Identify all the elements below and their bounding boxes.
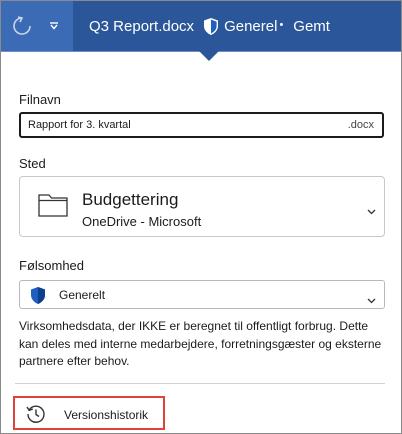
chevron-down-icon: [367, 202, 376, 220]
version-history-label: Versionshistorik: [64, 408, 149, 422]
history-icon: [25, 403, 47, 430]
shield-icon: [30, 286, 46, 310]
save-status: Gemt: [293, 17, 330, 35]
file-properties-panel: [1, 51, 401, 433]
dropdown-caret-icon[interactable]: [49, 22, 59, 30]
location-provider: OneDrive - Microsoft: [82, 214, 202, 229]
title-bar: Q3 Report.docx Generel • Gemt: [1, 1, 401, 51]
filename-label: Filnavn: [19, 92, 61, 107]
quick-access-toolbar: [1, 1, 73, 51]
filename-extension: .docx: [347, 119, 374, 131]
sensitivity-separator: •: [279, 19, 284, 31]
shield-icon: [203, 17, 219, 36]
document-title[interactable]: Q3 Report.docx Generel • Gemt: [89, 1, 330, 51]
sensitivity-value: Generelt: [59, 288, 106, 302]
sensitivity-section-label: Følsomhed: [19, 258, 85, 273]
filename-value: Rapport for 3. kvartal: [28, 119, 131, 131]
sensitivity-description: Virksomhedsdata, der IKKE er beregnet ti…: [19, 319, 382, 368]
divider: [15, 383, 385, 384]
location-label: Sted: [19, 156, 46, 171]
location-folder: Budgettering: [82, 190, 179, 209]
document-name: Q3 Report.docx: [89, 17, 195, 35]
chevron-down-icon: [367, 291, 376, 309]
filename-input[interactable]: Rapport for 3. kvartal .docx: [19, 112, 384, 138]
location-picker[interactable]: Budgettering OneDrive - Microsoft: [19, 176, 385, 237]
sensitivity-label: Generel: [224, 17, 278, 35]
version-history-button[interactable]: Versionshistorik: [13, 396, 165, 430]
panel-pointer: [199, 51, 219, 61]
sensitivity-dropdown[interactable]: Generelt: [19, 280, 385, 309]
refresh-icon[interactable]: [11, 15, 33, 37]
folder-icon: [38, 193, 68, 222]
